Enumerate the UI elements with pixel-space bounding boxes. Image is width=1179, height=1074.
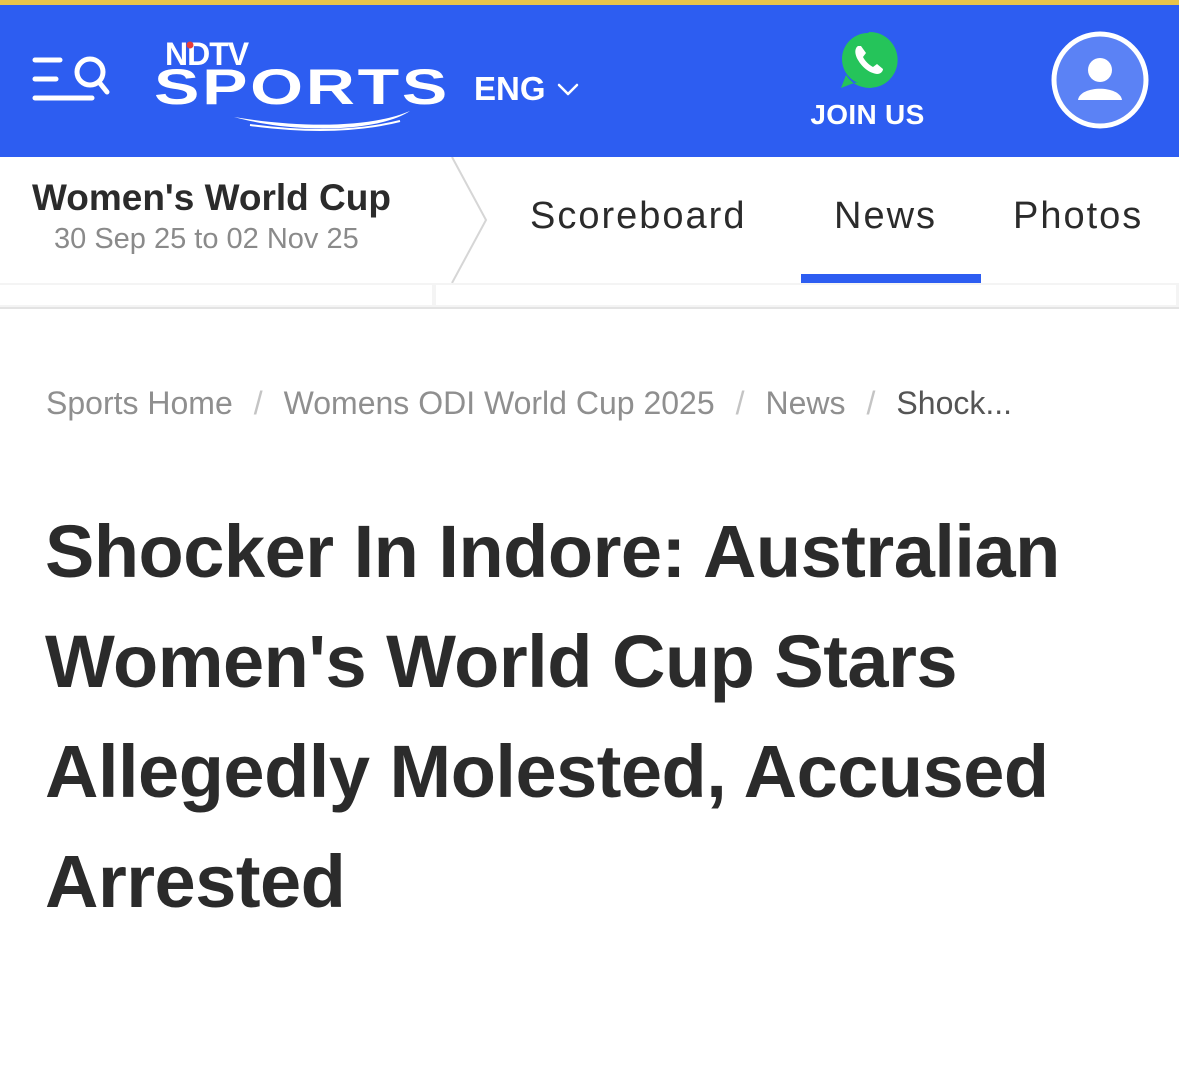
- subnav-divider: [0, 283, 1179, 309]
- divider-cell-left: [0, 285, 432, 305]
- language-selector[interactable]: ENG: [474, 67, 580, 111]
- join-us-button[interactable]: JOIN US: [800, 29, 935, 144]
- breadcrumb-separator: /: [253, 385, 263, 421]
- breadcrumb-news[interactable]: News: [766, 385, 846, 422]
- join-us-label: JOIN US: [810, 99, 925, 130]
- user-icon: [1051, 31, 1149, 129]
- breadcrumb-womens-odi-world-cup[interactable]: Womens ODI World Cup 2025: [284, 385, 715, 422]
- tab-photos[interactable]: Photos: [1013, 195, 1143, 238]
- active-tab-indicator: [801, 274, 981, 283]
- user-account-button[interactable]: [1050, 30, 1150, 130]
- breadcrumb-separator: /: [866, 385, 876, 421]
- series-info[interactable]: Women's World Cup 30 Sep 25 to 02 Nov 25: [0, 157, 452, 283]
- breadcrumb: Sports Home / Womens ODI World Cup 2025 …: [46, 385, 1012, 422]
- logo-wordmark-bottom: SPORTS: [154, 59, 450, 115]
- chevron-down-icon: [557, 83, 578, 96]
- breadcrumb-current: Shock...: [896, 385, 1013, 421]
- ndtv-sports-logo[interactable]: NDTV SPORTS: [150, 33, 460, 133]
- whatsapp-icon: [840, 31, 898, 88]
- article-headline: Shocker In Indore: Australian Women's Wo…: [45, 510, 1060, 923]
- divider-cell-right: [436, 285, 1176, 305]
- series-subnav: Women's World Cup 30 Sep 25 to 02 Nov 25…: [0, 157, 1179, 283]
- tab-scoreboard[interactable]: Scoreboard: [530, 195, 746, 238]
- nav-chevron-divider: [451, 157, 488, 283]
- menu-search-icon: [32, 56, 110, 101]
- site-header: NDTV SPORTS ENG JOIN US: [0, 5, 1179, 157]
- language-label: ENG: [474, 70, 546, 107]
- breadcrumb-separator: /: [735, 385, 745, 421]
- breadcrumb-sports-home[interactable]: Sports Home: [46, 385, 233, 422]
- series-dates: 30 Sep 25 to 02 Nov 25: [54, 223, 359, 255]
- menu-search-button[interactable]: [30, 52, 112, 108]
- series-title: Women's World Cup: [32, 177, 391, 218]
- tab-news[interactable]: News: [834, 195, 937, 238]
